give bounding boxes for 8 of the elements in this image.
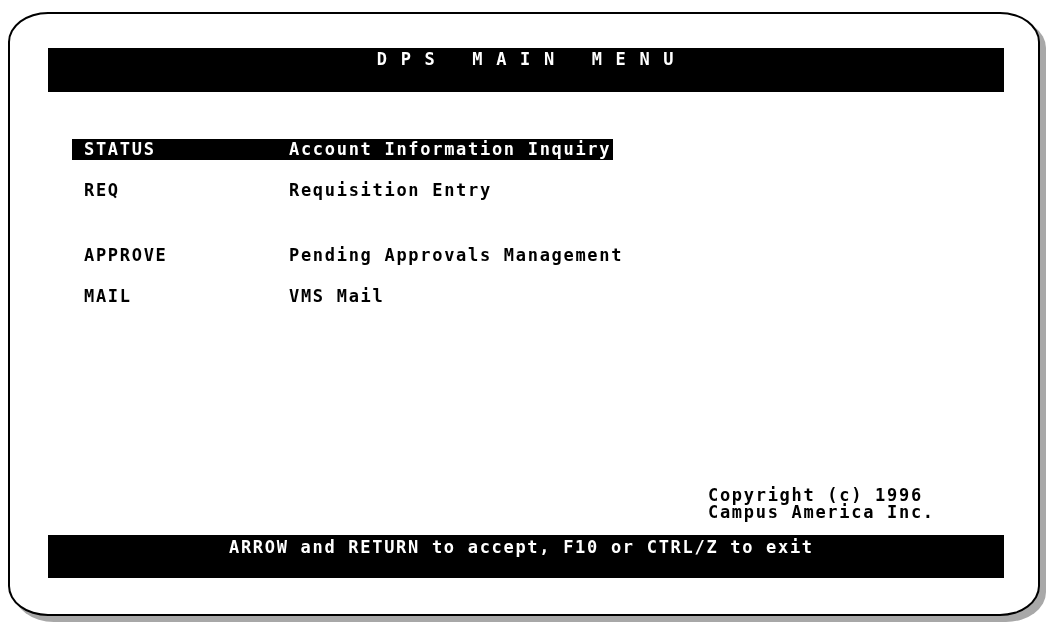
menu-item[interactable]: STATUS Account Information Inquiry (72, 139, 614, 160)
menu-item[interactable]: APPROVE Pending Approvals Management (72, 245, 626, 266)
copyright-line: Copyright (c) 1996 (708, 487, 924, 504)
menu-title: D P S M A I N M E N U (376, 50, 676, 68)
menu-item[interactable]: MAIL VMS Mail (72, 286, 387, 307)
footer-hint: ARROW and RETURN to accept, F10 or CTRL/Z to exit (229, 538, 814, 556)
copyright-line: Campus America Inc. (708, 504, 936, 521)
menu-item[interactable]: REQ Requisition Entry (72, 180, 494, 201)
